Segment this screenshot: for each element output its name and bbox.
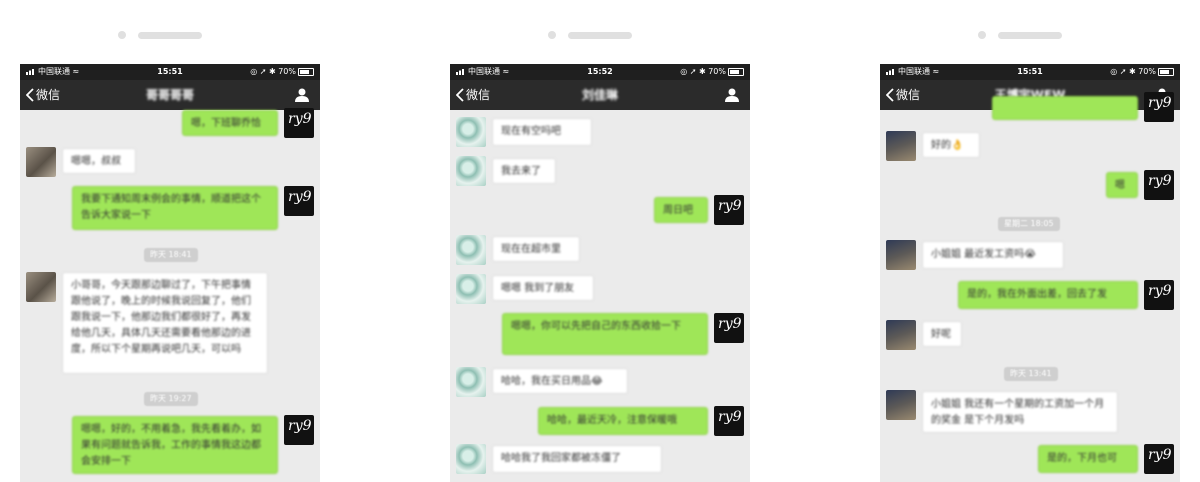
back-label: 微信 (36, 88, 61, 102)
avatar[interactable] (456, 117, 486, 147)
message-list[interactable]: 现在有空吗吧 我去来了 周日吧 ry9 现在在超市里 嗯嗯 我到了朋友 嗯嗯，你… (450, 110, 750, 482)
message-bubble[interactable]: 嗯，下班聊乔恰 (182, 110, 278, 136)
timestamp: 昨天 18:41 (144, 248, 198, 262)
message-bubble[interactable]: 小哥哥，今天跟那边聊过了，下午把事情跟他说了，晚上的时候我说回复了，他们跟我说一… (62, 272, 268, 374)
avatar[interactable]: ry9 (714, 195, 744, 225)
chat-screen: 中国联通 ≈ 15:51 ◎ ➚ ✱ 70% 微信 哥哥哥哥 嗯，下班聊乔恰 r… (20, 64, 320, 482)
message-bubble[interactable]: 周日吧 (654, 197, 708, 223)
nav-bar: 微信 哥哥哥哥 (20, 80, 320, 110)
message-bubble[interactable]: 我去来了 (492, 158, 556, 184)
message-bubble[interactable]: 是的，下月也可 (1038, 445, 1138, 473)
timestamp: 昨天 19:27 (144, 392, 198, 406)
timestamp: 星期二 18:05 (998, 217, 1060, 231)
back-button[interactable]: 微信 (456, 80, 490, 110)
avatar[interactable] (886, 240, 916, 270)
avatar[interactable] (456, 444, 486, 474)
message-list[interactable]: ry9 好的👌 嗯 ry9 星期二 18:05 小姐姐 最近发工资吗😭 是的，我… (880, 92, 1180, 482)
message-bubble[interactable]: 哈哈，最近天冷，注意保暖哦 (538, 407, 708, 435)
avatar[interactable] (886, 390, 916, 420)
message-list[interactable]: 嗯，下班聊乔恰 ry9 嗯嗯，叔叔 我要下通知周末例会的事情，顺道把这个告诉大家… (20, 108, 320, 482)
timestamp: 昨天 13:41 (1004, 367, 1058, 381)
message-bubble[interactable]: 小姐姐 我还有一个星期的工资加一个月的奖金 是下个月发吗 (922, 391, 1118, 433)
chat-title: 刘佳琳 (581, 88, 618, 102)
battery-icon (1158, 67, 1174, 76)
status-bar: 中国联通 ≈ 15:51 ◎ ➚ ✱ 70% (20, 64, 320, 80)
message-bubble[interactable]: 嗯嗯 我到了朋友 (492, 275, 594, 301)
person-icon[interactable] (724, 87, 740, 103)
chat-screen: 中国联通 ≈ 15:51 ◎ ➚ ✱ 70% 微信 王博宇WEW ry9 好的👌… (880, 64, 1180, 482)
message-bubble[interactable]: 嗯嗯，你可以先把自己的东西收拾一下 (502, 313, 708, 355)
message-bubble[interactable]: 嗯嗯，好的，不用着急，我先看着办，如果有问题就告诉我，工作的事情我这边都会安排一… (72, 416, 278, 474)
avatar[interactable]: ry9 (1144, 280, 1174, 310)
message-bubble[interactable]: 哈哈，我在买日用品😂 (492, 368, 628, 394)
avatar[interactable]: ry9 (284, 415, 314, 445)
avatar[interactable]: ry9 (1144, 170, 1174, 200)
message-bubble[interactable]: 我要下通知周末例会的事情，顺道把这个告诉大家说一下 (72, 186, 278, 230)
phone-panel-3: 中国联通 ≈ 15:51 ◎ ➚ ✱ 70% 微信 王博宇WEW ry9 好的👌… (880, 0, 1180, 482)
avatar[interactable] (26, 272, 56, 302)
avatar[interactable] (456, 274, 486, 304)
avatar[interactable] (456, 235, 486, 265)
message-bubble[interactable]: 现在在超市里 (492, 236, 580, 262)
message-bubble[interactable]: 嗯嗯，叔叔 (62, 148, 136, 174)
avatar[interactable] (886, 131, 916, 161)
status-bar: 中国联通 ≈ 15:51 ◎ ➚ ✱ 70% (880, 64, 1180, 80)
back-button[interactable]: 微信 (886, 80, 920, 110)
message-bubble[interactable]: 是的，我在外面出差，回去了发 (958, 281, 1138, 309)
message-bubble[interactable]: 小姐姐 最近发工资吗😭 (922, 241, 1064, 269)
chat-screen: 中国联通 ≈ 15:52 ◎ ➚ ✱ 70% 微信 刘佳琳 现在有空吗吧 我去来… (450, 64, 750, 482)
avatar[interactable]: ry9 (284, 108, 314, 138)
chevron-left-icon (886, 88, 894, 102)
location-icon: ◎ ➚ ✱ (1110, 67, 1136, 76)
message-bubble[interactable]: 好呢 (922, 321, 962, 347)
battery-percent: 70% (278, 67, 296, 76)
avatar[interactable] (456, 156, 486, 186)
nav-bar: 微信 刘佳琳 (450, 80, 750, 110)
battery-percent: 70% (708, 67, 726, 76)
chat-title: 哥哥哥哥 (145, 88, 194, 102)
message-bubble[interactable]: 现在有空吗吧 (492, 118, 592, 146)
back-label: 微信 (896, 88, 921, 102)
status-bar: 中国联通 ≈ 15:52 ◎ ➚ ✱ 70% (450, 64, 750, 80)
phone-speaker (548, 31, 658, 39)
battery-icon (298, 67, 314, 76)
message-bubble[interactable]: 哈哈我了我回家都被冻僵了 (492, 445, 662, 473)
battery-percent: 70% (1138, 67, 1156, 76)
message-bubble[interactable] (992, 96, 1138, 120)
back-button[interactable]: 微信 (26, 80, 60, 110)
location-icon: ◎ ➚ ✱ (680, 67, 706, 76)
message-bubble[interactable]: 好的👌 (922, 132, 980, 158)
phone-panel-1: 中国联通 ≈ 15:51 ◎ ➚ ✱ 70% 微信 哥哥哥哥 嗯，下班聊乔恰 r… (20, 0, 320, 482)
avatar[interactable]: ry9 (714, 406, 744, 436)
chevron-left-icon (456, 88, 464, 102)
avatar[interactable]: ry9 (284, 186, 314, 216)
phone-panel-2: 中国联通 ≈ 15:52 ◎ ➚ ✱ 70% 微信 刘佳琳 现在有空吗吧 我去来… (450, 0, 750, 482)
phone-speaker (978, 31, 1088, 39)
phone-speaker (118, 31, 228, 39)
person-icon[interactable] (294, 87, 310, 103)
avatar[interactable] (456, 367, 486, 397)
location-icon: ◎ ➚ ✱ (250, 67, 276, 76)
back-label: 微信 (466, 88, 491, 102)
avatar[interactable]: ry9 (1144, 92, 1174, 122)
battery-icon (728, 67, 744, 76)
avatar[interactable]: ry9 (1144, 444, 1174, 474)
message-bubble[interactable]: 嗯 (1106, 172, 1138, 198)
avatar[interactable]: ry9 (714, 313, 744, 343)
chevron-left-icon (26, 88, 34, 102)
avatar[interactable] (886, 320, 916, 350)
avatar[interactable] (26, 147, 56, 177)
